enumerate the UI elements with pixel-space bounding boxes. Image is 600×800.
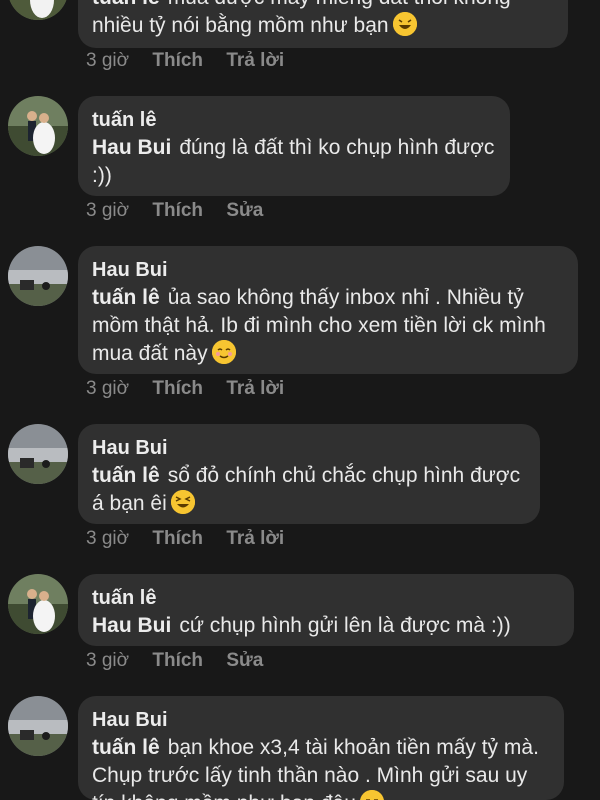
- relieved-emoji-icon: [211, 340, 236, 364]
- comment-text: tuấn lê ủa sao không thấy inbox nhỉ . Nhi…: [92, 284, 564, 368]
- comment-author[interactable]: Hau Bui: [92, 256, 564, 284]
- comment-bubble: tuấn lêmua được mấy miếng đất thôi không…: [78, 0, 568, 48]
- like-button[interactable]: Thích: [152, 378, 203, 399]
- like-button[interactable]: Thích: [152, 650, 203, 671]
- edit-button[interactable]: Sửa: [226, 200, 263, 221]
- comment-time: 3 giờ: [86, 528, 130, 549]
- comment-author[interactable]: tuấn lê: [92, 106, 496, 134]
- avatar[interactable]: [8, 696, 68, 756]
- reply-button[interactable]: Trả lời: [226, 528, 284, 549]
- comment-bubble: Hau Bui tuấn lê sổ đỏ chính chủ chắc chụp…: [78, 424, 540, 524]
- wedding-photo-avatar-image: [8, 96, 68, 156]
- wedding-photo-avatar-image: [8, 574, 68, 634]
- wedding-photo-avatar-image: [8, 0, 68, 20]
- comment-bubble: Hau Bui tuấn lê bạn khoe x3,4 tài khoản t…: [78, 696, 564, 800]
- reply-button[interactable]: Trả lời: [226, 50, 284, 71]
- comment-actions: 3 giờ Thích Sửa: [86, 198, 281, 224]
- comment-bubble: tuấn lê Hau Bui cứ chụp hình gửi lên là đ…: [78, 574, 574, 646]
- comment-time: 3 giờ: [86, 650, 130, 671]
- comment-text: Hau Bui đúng là đất thì ko chụp hình được…: [92, 134, 496, 190]
- avatar[interactable]: [8, 246, 68, 306]
- mention-tag[interactable]: tuấn lê: [92, 464, 160, 487]
- mention-tag[interactable]: tuấn lê: [92, 736, 160, 759]
- mention-tag[interactable]: tuấn lê: [92, 286, 160, 309]
- reply-button[interactable]: Trả lời: [226, 378, 284, 399]
- comment-time: 3 giờ: [86, 50, 130, 71]
- comment-author[interactable]: Hau Bui: [92, 706, 550, 734]
- comment-text: tuấn lê bạn khoe x3,4 tài khoản tiền mấy …: [92, 734, 550, 800]
- comment-time: 3 giờ: [86, 378, 130, 399]
- comment-text: tuấn lê sổ đỏ chính chủ chắc chụp hình đư…: [92, 462, 526, 518]
- comment-author[interactable]: tuấn lê: [92, 584, 560, 612]
- like-button[interactable]: Thích: [152, 200, 203, 221]
- avatar[interactable]: [8, 424, 68, 484]
- avatar[interactable]: [8, 0, 68, 20]
- comment-time: 3 giờ: [86, 200, 130, 221]
- racetrack-avatar-image: [8, 696, 68, 756]
- comment-actions: 3 giờ Thích Sửa: [86, 648, 281, 674]
- avatar[interactable]: [8, 96, 68, 156]
- comment-text: Hau Bui cứ chụp hình gửi lên là được mà :…: [92, 612, 560, 640]
- comment-bubble: tuấn lê Hau Bui đúng là đất thì ko chụp h…: [78, 96, 510, 196]
- mention-tag[interactable]: Hau Bui: [92, 136, 171, 159]
- like-button[interactable]: Thích: [152, 528, 203, 549]
- rolling-laughing-emoji-icon: [392, 12, 417, 36]
- mention-tag[interactable]: Hau Bui: [92, 614, 171, 637]
- grinning-squint-emoji-icon: [170, 490, 195, 514]
- racetrack-avatar-image: [8, 246, 68, 306]
- comment-body: ủa sao không thấy inbox nhỉ . Nhiều tỷ m…: [92, 286, 546, 365]
- like-button[interactable]: Thích: [152, 50, 203, 71]
- comment-body: cứ chụp hình gửi lên là được mà :)): [179, 614, 511, 637]
- comment-bubble: Hau Bui tuấn lê ủa sao không thấy inbox n…: [78, 246, 578, 374]
- comment-author[interactable]: Hau Bui: [92, 434, 526, 462]
- smirk-emoji-icon: [359, 790, 384, 800]
- edit-button[interactable]: Sửa: [226, 650, 263, 671]
- comment-actions: 3 giờ Thích Trả lời: [86, 376, 302, 402]
- comment-author[interactable]: tuấn lê: [92, 0, 160, 9]
- racetrack-avatar-image: [8, 424, 68, 484]
- avatar[interactable]: [8, 574, 68, 634]
- comment-text: tuấn lêmua được mấy miếng đất thôi không…: [92, 0, 554, 40]
- comment-actions: 3 giờ Thích Trả lời: [86, 526, 302, 552]
- comment-actions: 3 giờ Thích Trả lời: [86, 48, 302, 74]
